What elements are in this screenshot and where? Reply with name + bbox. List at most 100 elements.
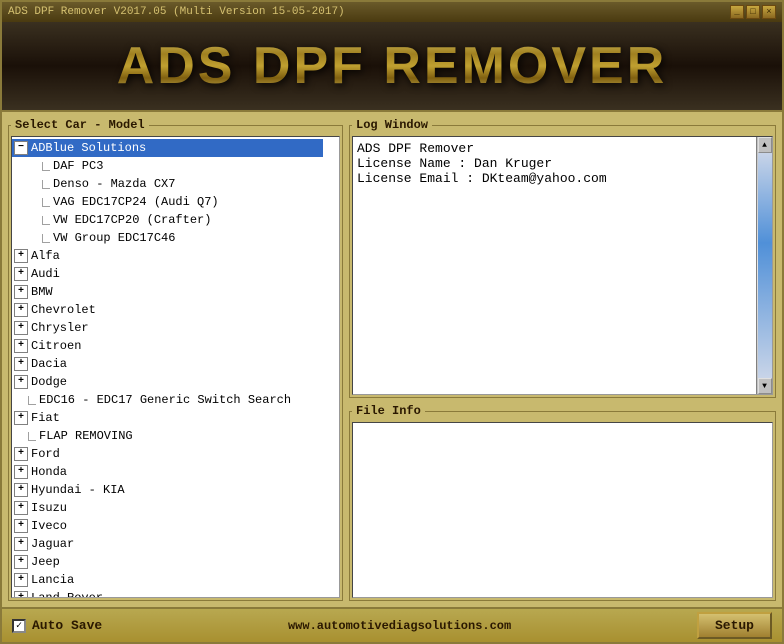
main-content: Select Car - Model − ADBlue Solutions DA…: [2, 112, 782, 607]
maximize-button[interactable]: □: [746, 5, 760, 19]
file-info-content: [352, 422, 773, 598]
log-line-2: License Name : Dan Kruger: [357, 156, 752, 171]
tree-label-hyundai: Hyundai - KIA: [31, 481, 125, 499]
minimize-button[interactable]: _: [730, 5, 744, 19]
expand-icon-dodge[interactable]: +: [14, 375, 28, 389]
tree-label-adblue: ADBlue Solutions: [31, 139, 146, 157]
tree-item-chrysler[interactable]: + Chrysler: [12, 319, 323, 337]
expand-icon-lancia[interactable]: +: [14, 573, 28, 587]
tree-item-landrover[interactable]: + Land Rover: [12, 589, 323, 598]
tree-label-chrysler: Chrysler: [31, 319, 89, 337]
tree-item-bmw[interactable]: + BMW: [12, 283, 323, 301]
log-text-area: ADS DPF Remover License Name : Dan Kruge…: [353, 137, 756, 394]
expand-icon-iveco[interactable]: +: [14, 519, 28, 533]
tree-item-hyundai[interactable]: + Hyundai - KIA: [12, 481, 323, 499]
tree-item-audi[interactable]: + Audi: [12, 265, 323, 283]
tree-label-isuzu: Isuzu: [31, 499, 67, 517]
tree-label-jaguar: Jaguar: [31, 535, 74, 553]
expand-icon-chrysler[interactable]: +: [14, 321, 28, 335]
tree-label-alfa: Alfa: [31, 247, 60, 265]
car-model-legend: Select Car - Model: [11, 118, 149, 132]
tree-label-audi: Audi: [31, 265, 60, 283]
tree-label-citroen: Citroen: [31, 337, 81, 355]
expand-icon-ford[interactable]: +: [14, 447, 28, 461]
right-panel: Log Window ADS DPF Remover License Name …: [349, 118, 776, 601]
tree-label-lancia: Lancia: [31, 571, 74, 589]
tree-label-jeep: Jeep: [31, 553, 60, 571]
tree-list: − ADBlue Solutions DAF PC3 Denso - Mazda…: [12, 137, 323, 598]
tree-item-daf[interactable]: DAF PC3: [12, 157, 323, 175]
window-title: ADS DPF Remover V2017.05 (Multi Version …: [8, 6, 345, 18]
tree-item-jaguar[interactable]: + Jaguar: [12, 535, 323, 553]
tree-item-citroen[interactable]: + Citroen: [12, 337, 323, 355]
tree-container[interactable]: − ADBlue Solutions DAF PC3 Denso - Mazda…: [11, 136, 340, 598]
expand-icon-isuzu[interactable]: +: [14, 501, 28, 515]
tree-label-bmw: BMW: [31, 283, 53, 301]
tree-item-dodge[interactable]: + Dodge: [12, 373, 323, 391]
tree-label-vw-crafter: VW EDC17CP20 (Crafter): [53, 211, 211, 229]
auto-save-checkbox[interactable]: [12, 619, 26, 633]
tree-label-fiat: Fiat: [31, 409, 60, 427]
scrollbar-down-btn[interactable]: ▼: [758, 378, 772, 394]
tree-label-daf: DAF PC3: [53, 157, 103, 175]
scrollbar-up-btn[interactable]: ▲: [758, 137, 772, 153]
log-line-3: License Email : DKteam@yahoo.com: [357, 171, 752, 186]
tree-item-dacia[interactable]: + Dacia: [12, 355, 323, 373]
expand-icon-hyundai[interactable]: +: [14, 483, 28, 497]
log-fieldset: Log Window ADS DPF Remover License Name …: [349, 118, 776, 398]
tree-label-vag-q7: VAG EDC17CP24 (Audi Q7): [53, 193, 219, 211]
log-scroll-wrapper: ADS DPF Remover License Name : Dan Kruge…: [352, 136, 773, 395]
expand-icon-fiat[interactable]: +: [14, 411, 28, 425]
expand-icon-jeep[interactable]: +: [14, 555, 28, 569]
tree-item-ford[interactable]: + Ford: [12, 445, 323, 463]
expand-icon-alfa[interactable]: +: [14, 249, 28, 263]
tree-item-isuzu[interactable]: + Isuzu: [12, 499, 323, 517]
tree-item-jeep[interactable]: + Jeep: [12, 553, 323, 571]
tree-item-alfa[interactable]: + Alfa: [12, 247, 323, 265]
tree-label-vw-group: VW Group EDC17C46: [53, 229, 175, 247]
auto-save-label: Auto Save: [32, 618, 102, 633]
tree-item-lancia[interactable]: + Lancia: [12, 571, 323, 589]
tree-item-denso[interactable]: Denso - Mazda CX7: [12, 175, 323, 193]
expand-icon-chevrolet[interactable]: +: [14, 303, 28, 317]
log-scrollbar[interactable]: ▲ ▼: [756, 137, 772, 394]
logo-text: ADS DPF REMOVER: [117, 36, 668, 96]
expand-icon-audi[interactable]: +: [14, 267, 28, 281]
log-legend: Log Window: [352, 118, 432, 132]
window-controls: _ □ ×: [730, 5, 776, 19]
tree-item-edc16[interactable]: EDC16 - EDC17 Generic Switch Search: [12, 391, 323, 409]
tree-item-vag-q7[interactable]: VAG EDC17CP24 (Audi Q7): [12, 193, 323, 211]
website-text: www.automotivediagsolutions.com: [288, 619, 511, 633]
tree-label-edc16: EDC16 - EDC17 Generic Switch Search: [39, 391, 291, 409]
logo-banner: ADS DPF REMOVER: [2, 22, 782, 112]
tree-item-honda[interactable]: + Honda: [12, 463, 323, 481]
tree-item-flap[interactable]: FLAP REMOVING: [12, 427, 323, 445]
expand-icon-honda[interactable]: +: [14, 465, 28, 479]
setup-button[interactable]: Setup: [697, 612, 772, 639]
tree-label-landrover: Land Rover: [31, 589, 103, 598]
tree-label-denso: Denso - Mazda CX7: [53, 175, 175, 193]
expand-icon-adblue[interactable]: −: [14, 141, 28, 155]
car-model-fieldset: Select Car - Model − ADBlue Solutions DA…: [8, 118, 343, 601]
close-button[interactable]: ×: [762, 5, 776, 19]
file-info-fieldset: File Info: [349, 404, 776, 601]
tree-label-chevrolet: Chevrolet: [31, 301, 96, 319]
tree-item-vw-group[interactable]: VW Group EDC17C46: [12, 229, 323, 247]
expand-icon-dacia[interactable]: +: [14, 357, 28, 371]
expand-icon-landrover[interactable]: +: [14, 591, 28, 598]
bottom-bar: Auto Save www.automotivediagsolutions.co…: [2, 607, 782, 642]
expand-icon-bmw[interactable]: +: [14, 285, 28, 299]
expand-icon-jaguar[interactable]: +: [14, 537, 28, 551]
tree-item-fiat[interactable]: + Fiat: [12, 409, 323, 427]
expand-icon-citroen[interactable]: +: [14, 339, 28, 353]
tree-label-dacia: Dacia: [31, 355, 67, 373]
log-line-1: ADS DPF Remover: [357, 141, 752, 156]
tree-item-vw-crafter[interactable]: VW EDC17CP20 (Crafter): [12, 211, 323, 229]
title-bar: ADS DPF Remover V2017.05 (Multi Version …: [2, 2, 782, 22]
main-window: ADS DPF Remover V2017.05 (Multi Version …: [0, 0, 784, 644]
tree-item-chevrolet[interactable]: + Chevrolet: [12, 301, 323, 319]
auto-save-area: Auto Save: [12, 618, 102, 633]
tree-item-iveco[interactable]: + Iveco: [12, 517, 323, 535]
tree-label-ford: Ford: [31, 445, 60, 463]
tree-item-adblue[interactable]: − ADBlue Solutions: [12, 139, 323, 157]
